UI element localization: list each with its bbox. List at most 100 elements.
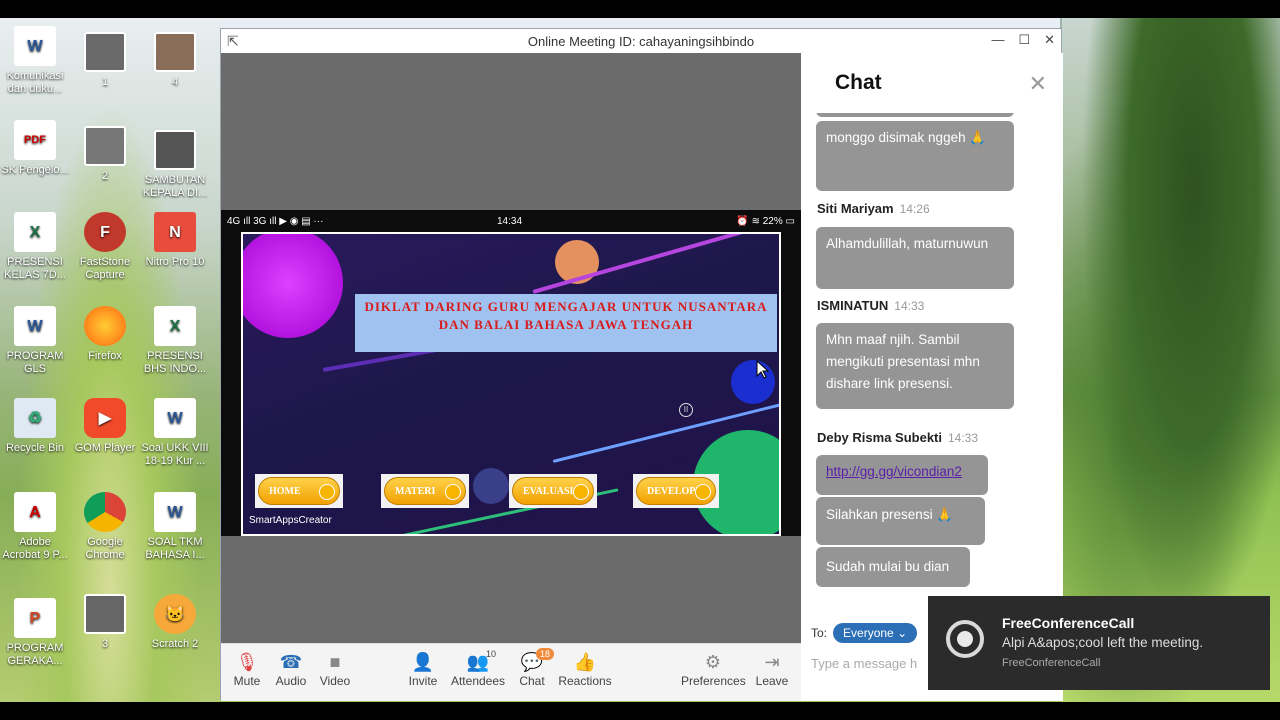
word-icon: W [14,306,56,346]
preferences-label: Preferences [681,674,746,688]
chat-label: Chat [519,674,545,688]
desktop-icon-label: SOAL TKM BAHASA I... [145,536,205,561]
title-bar: ⇱ Online Meeting ID: cahayaningsihbindo … [221,29,1061,53]
presentation-slide: DIKLAT DARING GURU MENGAJAR UNTUK NUSANT… [241,232,781,536]
desktop-icon-acrobat[interactable]: A Adobe Acrobat 9 P... [0,492,70,562]
toast-notification[interactable]: FreeConferenceCall Alpi A&apos;cool left… [928,596,1270,690]
chat-message: Sudah mulai bu dian [816,547,970,587]
message-time: 14:33 [894,299,925,313]
minimize-button[interactable]: — [991,32,1004,48]
attendees-button[interactable]: 👥 10 Attendees [448,649,508,688]
word-icon: W [154,492,196,532]
collapse-icon[interactable]: ⇱ [227,33,239,50]
window-title: Online Meeting ID: cahayaningsihbindo [527,33,755,49]
desktop-icon-sambutan[interactable]: SAMBUTAN KEPALA DI... [140,130,210,200]
presensi-link[interactable]: http://gg.gg/vicondian2 [826,464,962,479]
sender-name: ISMINATUN [817,298,889,313]
image-icon [84,126,126,166]
image-icon [84,32,126,72]
chat-message: Mhn maaf njih. Sambil mengikuti presenta… [816,323,1014,409]
video-icon [154,130,196,170]
slide-home-button[interactable]: HOME [255,474,343,508]
desktop-icon-presensi-7d[interactable]: X PRESENSI KELAS 7D... [0,212,70,282]
sender-name: Siti Mariyam [817,201,894,216]
slide-materi-button[interactable]: MATERI [381,474,469,508]
magenta-circle [243,234,343,338]
freeconferencecall-logo-icon [946,620,984,658]
chat-button[interactable]: 💬 18 Chat [502,648,562,688]
meeting-toolbar: 🎙 Mute ☎ Audio ■ Video 👤 Invite 👥 10 Atte… [221,643,801,701]
chat-sender: Siti Mariyam 14:26 [817,201,930,216]
pause-icon[interactable]: II [679,403,693,417]
faststone-icon: F [84,212,126,252]
desktop-icon-presensi-bhs[interactable]: X PRESENSI BHS INDO... [140,306,210,376]
powerpoint-icon: P [14,598,56,638]
invite-button[interactable]: 👤 Invite [393,650,453,688]
button-label: HOME [258,477,340,505]
mouse-cursor-icon [756,360,770,379]
chat-message-link: http://gg.gg/vicondian2 [816,455,988,495]
chevron-down-icon: ⌄ [897,626,908,640]
desktop-icon-4[interactable]: 4 [140,32,210,89]
desktop-icon-gom-player[interactable]: ▶ GOM Player [70,398,140,455]
close-chat-icon[interactable]: ✕ [1029,71,1047,97]
desktop-icon-nitro[interactable]: N Nitro Pro 10 [140,212,210,269]
desktop-icon-label: Soal UKK VIII 18-19 Kur ... [141,442,209,467]
recipient-select[interactable]: Everyone ⌄ [833,623,918,643]
to-label: To: [811,626,828,640]
phone-status-right: ⏰ ≋ 22% ▭ [736,215,795,227]
slide-developer-button[interactable]: DEVELOPER [633,474,719,508]
phone-time: 14:34 [497,215,523,227]
camera-icon: ■ [329,652,341,672]
phone-status-left: 4G ıll 3G ıll ▶ ◉ ▤ ··· [227,215,324,227]
desktop-icon-komunikasi[interactable]: W Komunikasi dan duku... [0,26,70,96]
chat-title: Chat [835,71,882,94]
pdf-icon: PDF [14,120,56,160]
chat-messages: monggo disimak nggeh 🙏 Siti Mariyam 14:26… [801,113,1063,633]
notification-title: FreeConferenceCall [1002,615,1135,631]
desktop-icon-label: PRESENSI KELAS 7D... [4,256,66,281]
thumbs-up-icon: 👍 [573,652,597,672]
reactions-label: Reactions [558,674,612,688]
button-label: DEVELOPER [636,477,716,505]
desktop-icon-firefox[interactable]: Firefox [70,306,140,363]
slide-evaluasi-button[interactable]: EVALUASI [509,474,597,508]
reactions-button[interactable]: 👍 Reactions [555,650,615,688]
desktop-icon-1[interactable]: 1 [70,32,140,89]
desktop-icon-program-geraka[interactable]: P PROGRAM GERAKA... [0,598,70,668]
desktop-icon-label: Google Chrome [85,536,125,561]
image-icon [154,32,196,72]
desktop-icon-program-gls[interactable]: W PROGRAM GLS [0,306,70,376]
leave-button[interactable]: ⇥ Leave [742,650,802,688]
desktop-icon-scratch[interactable]: 🐱 Scratch 2 [140,594,210,651]
recycle-bin-icon: ♻ [14,398,56,438]
shared-phone-screen: 4G ıll 3G ıll ▶ ◉ ▤ ··· 14:34 ⏰ ≋ 22% ▭ … [221,210,801,536]
chat-message: Alhamdulillah, maturnuwun [816,227,1014,289]
desktop-icon-2[interactable]: 2 [70,126,140,183]
navy-circle [473,468,509,504]
desktop-icon-sk-pengelo[interactable]: PDF SK Pengelo... [0,120,70,177]
desktop-icon-recycle-bin[interactable]: ♻ Recycle Bin [0,398,70,455]
desktop-icon-3[interactable]: 3 [70,594,140,651]
desktop-icon-soal-ukk[interactable]: W Soal UKK VIII 18-19 Kur ... [140,398,210,468]
maximize-button[interactable]: ☐ [1018,32,1030,48]
desktop-icon-label: GOM Player [74,442,136,454]
chrome-icon [84,492,126,532]
desktop-icon-faststone[interactable]: F FastStone Capture [70,212,140,282]
message-time: 14:26 [899,202,930,216]
excel-icon: X [14,212,56,252]
desktop-icon-label: 3 [101,638,109,650]
attendees-label: Attendees [450,674,506,688]
slide-credit: SmartAppsCreator [249,515,332,526]
desktop-icon-soal-tkm[interactable]: W SOAL TKM BAHASA I... [140,492,210,562]
desktop-icon-chrome[interactable]: Google Chrome [70,492,140,562]
desktop-icon-label: 4 [171,76,179,88]
attendees-icon: 👥 10 [448,649,508,674]
message-input[interactable]: Type a message h [811,656,917,671]
scratch-icon: 🐱 [154,594,196,634]
video-button[interactable]: ■ Video [305,650,365,688]
close-button[interactable]: ✕ [1044,32,1055,48]
desktop-icon-label: Recycle Bin [5,442,65,454]
chat-message: Silahkan presensi 🙏 [816,497,985,545]
preferences-button[interactable]: ⚙ Preferences [681,650,746,688]
